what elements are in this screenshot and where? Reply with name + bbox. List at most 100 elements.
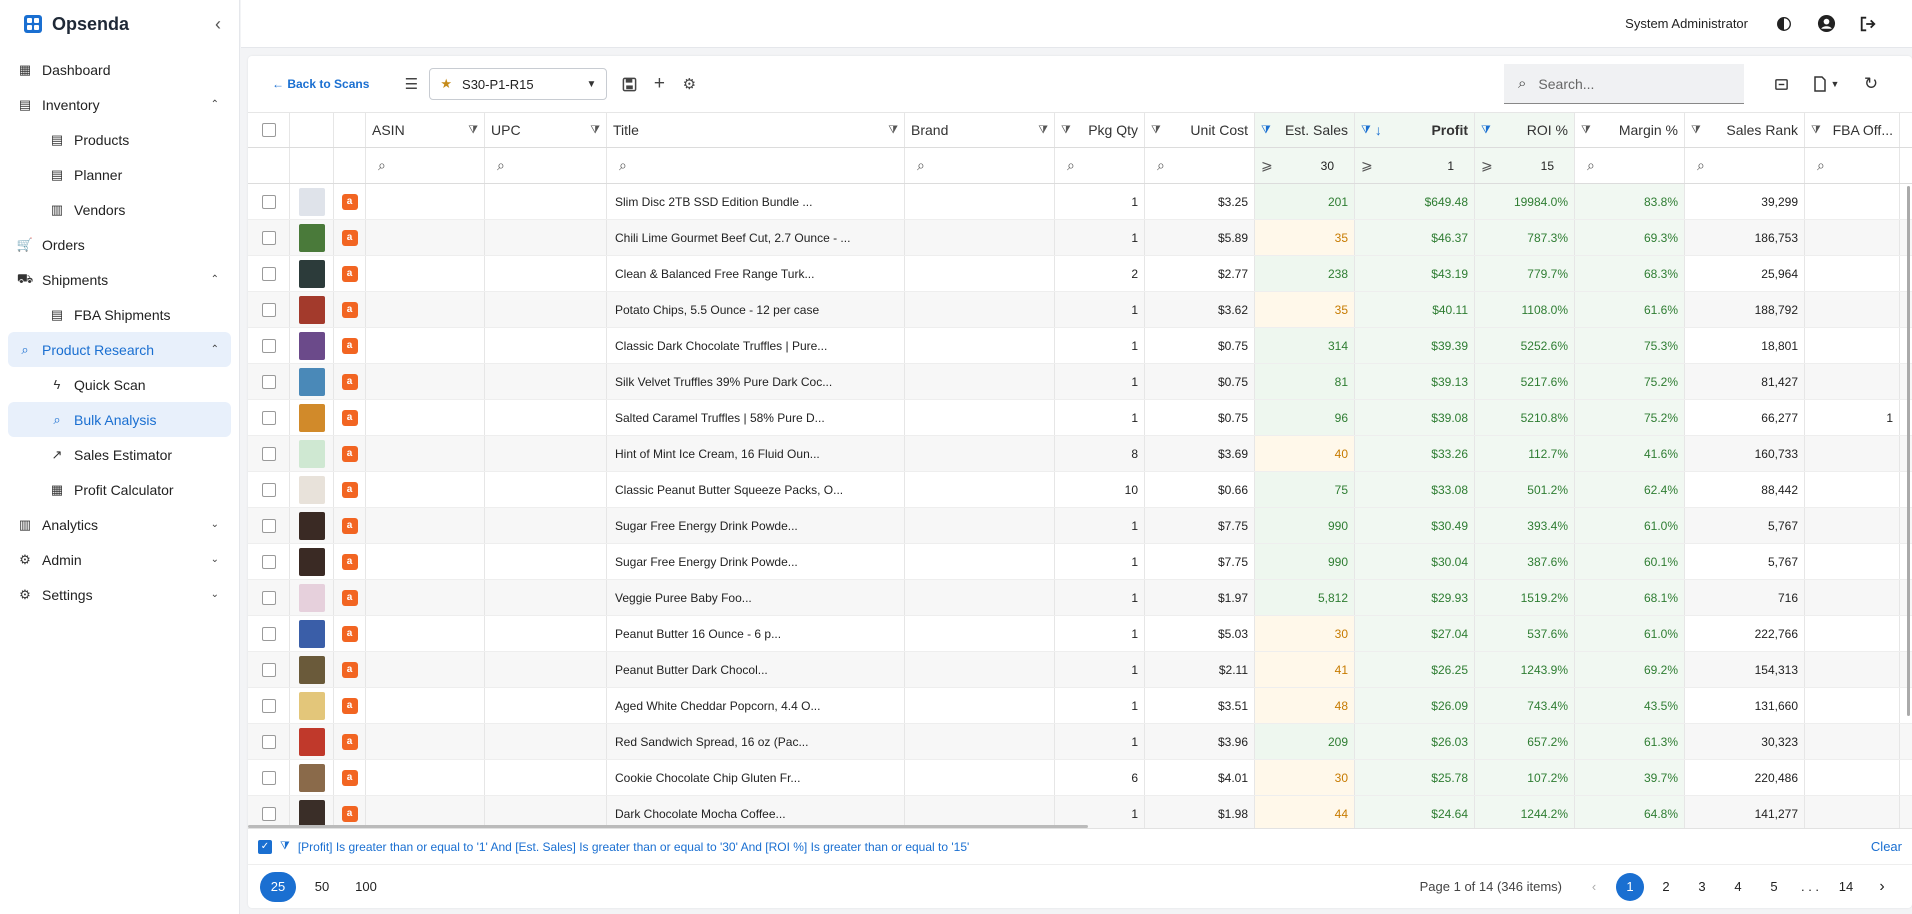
- cell-value[interactable]: Classic Peanut Butter Squeeze Packs, O..…: [615, 483, 843, 497]
- product-thumbnail[interactable]: [298, 691, 325, 720]
- row-select-cell[interactable]: [248, 760, 290, 795]
- filter-value[interactable]: 1: [1447, 159, 1454, 173]
- column-header-title[interactable]: Title ⧩: [607, 113, 905, 147]
- row-checkbox[interactable]: [261, 482, 276, 497]
- greater-or-equal-icon[interactable]: ⩾: [1481, 157, 1493, 174]
- product-thumbnail[interactable]: [298, 367, 325, 396]
- filter-value[interactable]: 30: [1321, 159, 1334, 173]
- sidebar-item-planner[interactable]: ▤ Planner: [8, 157, 231, 192]
- filter-icon[interactable]: ⧩: [1061, 124, 1071, 137]
- sidebar-item-quick-scan[interactable]: ϟ Quick Scan: [8, 367, 231, 402]
- greater-or-equal-icon[interactable]: ⩾: [1261, 157, 1273, 174]
- row-checkbox[interactable]: [261, 518, 276, 533]
- column-header-cost[interactable]: ⧩ Unit Cost: [1145, 113, 1255, 147]
- row-select-cell[interactable]: [248, 652, 290, 687]
- product-thumbnail[interactable]: [298, 547, 325, 576]
- product-thumbnail[interactable]: [298, 619, 325, 648]
- cell-value[interactable]: Silk Velvet Truffles 39% Pure Dark Coc..…: [615, 375, 832, 389]
- cell-value[interactable]: Salted Caramel Truffles | 58% Pure D...: [615, 411, 825, 425]
- greater-or-equal-icon[interactable]: ⩾: [1361, 157, 1373, 174]
- row-checkbox[interactable]: [261, 338, 276, 353]
- scan-select[interactable]: ★ S30-P1-R15 ▼: [429, 68, 608, 100]
- cell-value[interactable]: Veggie Puree Baby Foo...: [615, 591, 752, 605]
- cell-value[interactable]: Hint of Mint Ice Cream, 16 Fluid Oun...: [615, 447, 820, 461]
- table-row[interactable]: a Red Sandwich Spread, 16 oz (Pac... 1 $3.9…: [248, 724, 1912, 760]
- search-input[interactable]: [1538, 75, 1719, 92]
- column-header-upc[interactable]: UPC ⧩: [485, 113, 607, 147]
- sidebar-item-analytics[interactable]: ▥ Analytics ⌄: [8, 507, 231, 542]
- filter-icon[interactable]: ⧩: [590, 124, 600, 137]
- cell-value[interactable]: Peanut Butter 16 Ounce - 6 p...: [615, 627, 781, 641]
- row-select-cell[interactable]: [248, 616, 290, 651]
- vertical-scrollbar[interactable]: [1907, 186, 1910, 716]
- cell-value[interactable]: Red Sandwich Spread, 16 oz (Pac...: [615, 735, 808, 749]
- gear-icon[interactable]: ⚙: [677, 72, 701, 96]
- row-select-cell[interactable]: [248, 328, 290, 363]
- amazon-icon[interactable]: a: [341, 481, 358, 498]
- filter-icon[interactable]: ⧩: [1811, 124, 1821, 137]
- cell-value[interactable]: Chili Lime Gourmet Beef Cut, 2.7 Ounce -…: [615, 231, 850, 245]
- row-select-cell[interactable]: [248, 292, 290, 327]
- product-thumbnail[interactable]: [298, 763, 325, 792]
- amazon-icon[interactable]: a: [341, 697, 358, 714]
- product-thumbnail[interactable]: [298, 439, 325, 468]
- table-row[interactable]: a Silk Velvet Truffles 39% Pure Dark Coc.…: [248, 364, 1912, 400]
- filter-cell-brand[interactable]: ⌕: [905, 148, 1055, 183]
- search-field[interactable]: ⌕: [1504, 64, 1744, 104]
- row-select-cell[interactable]: [248, 364, 290, 399]
- amazon-icon[interactable]: a: [341, 589, 358, 606]
- amazon-icon[interactable]: a: [341, 337, 358, 354]
- column-header-pkg[interactable]: ⧩ Pkg Qty: [1055, 113, 1145, 147]
- filter-icon[interactable]: ⧩: [1038, 124, 1048, 137]
- file-menu-icon[interactable]: ▼: [1804, 68, 1848, 100]
- sidebar-item-dashboard[interactable]: ▦ Dashboard: [8, 52, 231, 87]
- cell-value[interactable]: Slim Disc 2TB SSD Edition Bundle ...: [615, 195, 812, 209]
- filter-cell-title[interactable]: ⌕: [607, 148, 905, 183]
- table-row[interactable]: a Salted Caramel Truffles | 58% Pure D...…: [248, 400, 1912, 436]
- filter-cell-pkg[interactable]: ⌕: [1055, 148, 1145, 183]
- sidebar-item-product-research[interactable]: ⌕ Product Research ⌃: [8, 332, 231, 367]
- table-row[interactable]: a Aged White Cheddar Popcorn, 4.4 O... 1 $3…: [248, 688, 1912, 724]
- filter-icon[interactable]: ⧩: [468, 124, 478, 137]
- product-thumbnail[interactable]: [298, 655, 325, 684]
- column-header-sales[interactable]: ⧩ Est. Sales: [1255, 113, 1355, 147]
- filter-cell-margin[interactable]: ⌕: [1575, 148, 1685, 183]
- filter-cell-asin[interactable]: ⌕: [366, 148, 485, 183]
- row-checkbox[interactable]: [261, 194, 276, 209]
- column-header-fba[interactable]: ⧩ FBA Off...: [1805, 113, 1900, 147]
- row-checkbox[interactable]: [261, 230, 276, 245]
- select-all-checkbox[interactable]: [261, 123, 276, 137]
- product-thumbnail[interactable]: [298, 511, 325, 540]
- cell-value[interactable]: Peanut Butter Dark Chocol...: [615, 663, 768, 677]
- sidebar-item-sales-estimator[interactable]: ↗ Sales Estimator: [8, 437, 231, 472]
- row-select-cell[interactable]: [248, 724, 290, 759]
- cell-value[interactable]: Classic Dark Chocolate Truffles | Pure..…: [615, 339, 827, 353]
- sidebar-item-inventory[interactable]: ▤ Inventory ⌃: [8, 87, 231, 122]
- next-page-icon[interactable]: ›: [1868, 873, 1896, 901]
- select-all-cell[interactable]: [248, 113, 290, 147]
- cell-value[interactable]: Clean & Balanced Free Range Turk...: [615, 267, 814, 281]
- list-view-icon[interactable]: ☰: [399, 72, 423, 96]
- filter-cell-sales[interactable]: ⩾ 30: [1255, 148, 1355, 183]
- row-checkbox[interactable]: [261, 266, 276, 281]
- row-select-cell[interactable]: [248, 184, 290, 219]
- page-size-option[interactable]: 50: [304, 872, 340, 902]
- amazon-icon[interactable]: a: [341, 625, 358, 642]
- amazon-icon[interactable]: a: [341, 301, 358, 318]
- row-select-cell[interactable]: [248, 508, 290, 543]
- filter-icon[interactable]: ⧩: [888, 124, 898, 137]
- account-icon[interactable]: [1816, 14, 1836, 34]
- amazon-icon[interactable]: a: [341, 409, 358, 426]
- page-button[interactable]: 4: [1724, 873, 1752, 901]
- collapse-sidebar-icon[interactable]: ‹: [215, 14, 221, 35]
- save-icon[interactable]: [617, 72, 641, 96]
- sidebar-item-products[interactable]: ▤ Products: [8, 122, 231, 157]
- product-thumbnail[interactable]: [298, 403, 325, 432]
- product-thumbnail[interactable]: [298, 295, 325, 324]
- table-row[interactable]: a Sugar Free Energy Drink Powde... 1 $7.75 9…: [248, 508, 1912, 544]
- export-icon[interactable]: [1764, 68, 1798, 100]
- sidebar-item-settings[interactable]: ⚙ Settings ⌄: [8, 577, 231, 612]
- filter-expression[interactable]: [Profit] Is greater than or equal to '1'…: [298, 840, 1871, 854]
- theme-toggle-icon[interactable]: [1774, 14, 1794, 34]
- table-row[interactable]: a Dark Chocolate Mocha Coffee... 1 $1.98 44 $…: [248, 796, 1912, 828]
